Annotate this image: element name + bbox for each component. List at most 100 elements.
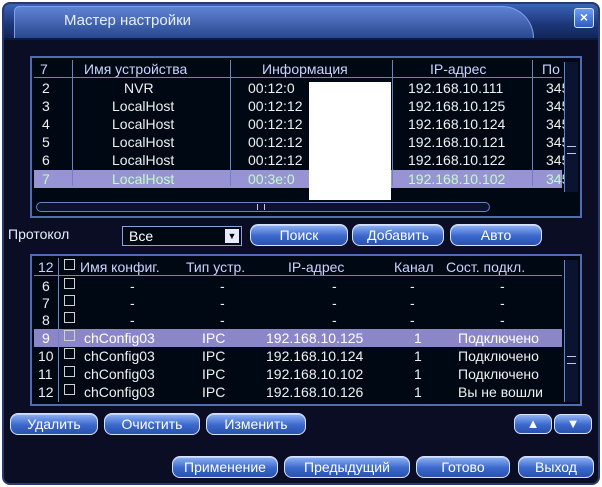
- config-row[interactable]: 6 - - - - -: [34, 277, 562, 295]
- column-info[interactable]: Информация: [262, 61, 348, 77]
- device-list-hscrollbar[interactable]: [36, 202, 490, 212]
- config-type: IPC: [202, 366, 226, 382]
- row-num: 2: [42, 80, 50, 96]
- exit-button[interactable]: Выход: [518, 456, 594, 478]
- row-checkbox[interactable]: [64, 295, 75, 306]
- device-row[interactable]: 3 LocalHost 00:12:12 192.168.10.125 345: [34, 97, 569, 115]
- hscroll-grip[interactable]: [257, 204, 265, 210]
- column-type[interactable]: Тип устр.: [186, 259, 245, 275]
- config-type: -: [220, 295, 225, 311]
- config-ip: 192.168.10.125: [266, 330, 364, 346]
- setup-wizard-window: Мастер настройки × 7 Имя устройства Инфо…: [2, 2, 600, 485]
- row-num: 3: [42, 98, 50, 114]
- scroll-grip[interactable]: [567, 146, 576, 154]
- divider: [392, 60, 393, 186]
- config-type: -: [220, 312, 225, 328]
- device-name: LocalHost: [112, 171, 175, 187]
- row-num: 5: [42, 134, 50, 150]
- config-count: 12: [38, 259, 54, 275]
- config-row[interactable]: 10 chConfig03 IPC 192.168.10.124 1 Подкл…: [34, 347, 562, 365]
- device-row-selected[interactable]: 7 LocalHost 00:3e:0 192.168.10.102 345: [34, 170, 569, 188]
- protocol-select[interactable]: Все ▼: [122, 226, 242, 246]
- row-checkbox[interactable]: [64, 366, 75, 377]
- device-row[interactable]: 5 LocalHost 00:12:12 192.168.10.121 345: [34, 133, 569, 151]
- config-list: 12 Имя конфиг. Тип устр. IP-адрес Канал …: [30, 254, 582, 406]
- row-checkbox[interactable]: [64, 348, 75, 359]
- divider: [72, 60, 73, 186]
- config-channel: 1: [414, 330, 422, 346]
- device-list: 7 Имя устройства Информация IP-адрес По …: [30, 56, 582, 218]
- row-checkbox[interactable]: [64, 384, 75, 395]
- device-name: LocalHost: [112, 116, 175, 132]
- row-num: 9: [42, 330, 50, 346]
- config-row[interactable]: 7 - - - - -: [34, 294, 562, 312]
- row-checkbox[interactable]: [64, 278, 75, 289]
- config-name: chConfig03: [84, 384, 155, 400]
- device-ip: 192.168.10.125: [408, 98, 506, 114]
- device-row[interactable]: 2 NVR 00:12:0 192.168.10.111 345: [34, 79, 569, 97]
- config-row[interactable]: 12 chConfig03 IPC 192.168.10.126 1 Вы не…: [34, 383, 562, 401]
- chevron-down-icon[interactable]: ▼: [225, 229, 239, 243]
- device-info: 00:12:12: [248, 134, 303, 150]
- config-name: chConfig03: [84, 366, 155, 382]
- clear-button[interactable]: Очистить: [104, 413, 200, 435]
- protocol-label: Протокол: [8, 226, 70, 242]
- config-ip: 192.168.10.124: [266, 348, 364, 364]
- device-ip: 192.168.10.102: [408, 171, 506, 187]
- device-ip: 192.168.10.121: [408, 134, 506, 150]
- config-status: -: [500, 295, 505, 311]
- device-row[interactable]: 6 LocalHost 00:12:12 192.168.10.122 345: [34, 151, 569, 169]
- column-port[interactable]: По: [542, 61, 560, 77]
- config-ip: -: [332, 312, 337, 328]
- config-row[interactable]: 11 chConfig03 IPC 192.168.10.102 1 Подкл…: [34, 365, 562, 383]
- device-list-header: 7 Имя устройства Информация IP-адрес По: [34, 60, 562, 78]
- config-list-header: 12 Имя конфиг. Тип устр. IP-адрес Канал …: [34, 258, 562, 276]
- close-button[interactable]: ×: [574, 8, 594, 28]
- row-checkbox[interactable]: [64, 330, 75, 341]
- config-status: -: [500, 312, 505, 328]
- move-down-button[interactable]: ▼: [554, 414, 592, 434]
- device-name: LocalHost: [112, 134, 175, 150]
- device-ip: 192.168.10.111: [408, 80, 504, 96]
- delete-button[interactable]: Удалить: [10, 413, 98, 435]
- config-name: -: [130, 295, 135, 311]
- move-up-button[interactable]: ▲: [514, 414, 552, 434]
- config-name: chConfig03: [84, 330, 155, 346]
- config-channel: 1: [414, 366, 422, 382]
- device-list-scrollbar[interactable]: [564, 62, 578, 192]
- config-channel: -: [410, 295, 415, 311]
- row-checkbox[interactable]: [64, 312, 75, 323]
- done-button[interactable]: Готово: [416, 456, 510, 478]
- add-button[interactable]: Добавить: [352, 224, 444, 246]
- divider: [230, 60, 231, 186]
- edit-button[interactable]: Изменить: [206, 413, 306, 435]
- previous-button[interactable]: Предыдущий: [284, 456, 410, 478]
- select-all-checkbox[interactable]: [64, 259, 75, 270]
- divider: [34, 77, 562, 78]
- column-ip[interactable]: IP-адрес: [288, 259, 344, 275]
- device-info: 00:12:0: [248, 80, 295, 96]
- config-row[interactable]: 8 - - - - -: [34, 311, 562, 329]
- config-name: -: [130, 278, 135, 294]
- config-list-scrollbar[interactable]: [564, 260, 578, 402]
- device-name: LocalHost: [112, 152, 175, 168]
- column-channel[interactable]: Канал: [394, 259, 434, 275]
- auto-button[interactable]: Авто: [450, 224, 542, 246]
- config-type: IPC: [202, 330, 226, 346]
- search-button[interactable]: Поиск: [250, 224, 348, 246]
- apply-button[interactable]: Применение: [172, 456, 278, 478]
- scroll-grip[interactable]: [567, 356, 576, 364]
- device-name: NVR: [124, 80, 154, 96]
- config-type: IPC: [202, 348, 226, 364]
- column-ip[interactable]: IP-адрес: [430, 61, 486, 77]
- column-config-name[interactable]: Имя конфиг.: [80, 259, 160, 275]
- arrow-down-icon: ▼: [566, 416, 580, 431]
- config-row-selected[interactable]: 9 chConfig03 IPC 192.168.10.125 1 Подклю…: [34, 329, 562, 347]
- column-device-name[interactable]: Имя устройства: [84, 61, 187, 77]
- config-status: -: [500, 278, 505, 294]
- device-row[interactable]: 4 LocalHost 00:12:12 192.168.10.124 345: [34, 115, 569, 133]
- device-name: LocalHost: [112, 98, 175, 114]
- column-status[interactable]: Сост. подкл.: [446, 259, 525, 275]
- divider: [58, 258, 59, 402]
- divider: [532, 60, 533, 186]
